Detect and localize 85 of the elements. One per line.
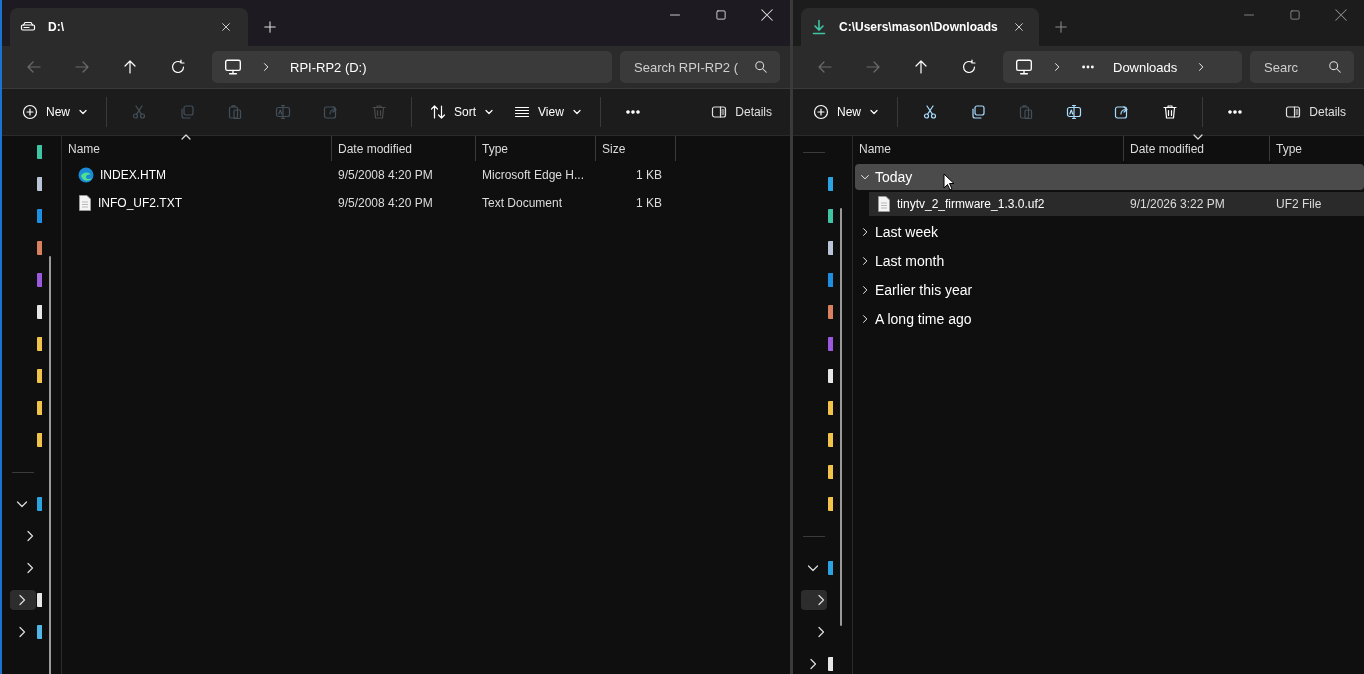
file-name: INDEX.HTM [100,168,166,182]
pinned-folder-icon[interactable] [37,369,42,383]
sort-button[interactable]: Sort [420,94,505,130]
scissors-icon [131,104,147,120]
details-pane-icon [711,104,728,120]
breadcrumb[interactable]: RPI-RP2 (D:) [290,59,367,75]
tab-title: C:\Users\mason\Downloads [839,20,998,34]
close-icon [220,21,232,33]
tree-expander[interactable] [801,590,827,610]
pinned-folder-icon[interactable] [828,465,833,479]
sort-arrows-icon [430,104,446,120]
plus-circle-icon [22,104,38,120]
plus-icon [263,20,277,34]
column-header[interactable]: Date modified [332,136,476,161]
pinned-folder-icon[interactable] [828,369,833,383]
pinned-folder-icon[interactable] [37,401,42,415]
column-header[interactable]: Name [62,136,332,161]
back-arrow-icon [26,59,42,75]
monitor-icon [224,58,242,76]
clipboard-icon [227,104,243,120]
details-button[interactable]: Details [703,94,780,130]
pinned-folder-icon[interactable] [37,209,42,223]
caret-down-icon [571,107,582,117]
file-date: 9/1/2026 3:22 PM [1129,197,1226,211]
file-size: 1 KB [635,168,663,182]
trash-icon [371,104,387,120]
file-row[interactable]: INFO_UF2.TXT 9/5/2008 4:20 PM Text Document 1 KB [70,189,790,217]
file-name: tinytv_2_firmware_1.3.0.uf2 [897,197,1045,211]
file-row[interactable]: INDEX.HTM 9/5/2008 4:20 PM Microsoft Edge H... 1 KB [70,161,790,189]
search-field[interactable]: Search RPI-RP2 ( [620,51,780,83]
forward-arrow-icon [74,59,90,75]
mouse-pointer-icon [943,173,955,191]
column-header[interactable]: Type [476,136,596,161]
pinned-folder-icon[interactable] [828,177,833,191]
file-name: INFO_UF2.TXT [98,196,182,210]
pinned-folder-icon[interactable] [37,305,42,319]
tree-expander[interactable] [10,590,36,610]
search-icon [754,60,768,74]
pinned-folder-icon[interactable] [37,433,42,447]
scrollbar-thumb[interactable] [840,208,842,626]
tree-folder-icon[interactable] [37,625,42,639]
list-lines-icon [514,104,531,120]
close-icon [760,8,774,22]
share-icon [323,104,339,120]
address-bar[interactable]: RPI-RP2 (D:) [212,51,612,83]
file-date: 9/5/2008 4:20 PM [337,196,434,210]
scrollbar-thumb[interactable] [49,256,51,674]
tab-title: D:\ [48,20,65,34]
file-size: 1 KB [635,196,663,210]
sort-up-caret-icon [180,133,192,141]
column-header[interactable]: Size [596,136,676,161]
tree-folder-icon[interactable] [828,657,833,671]
pinned-folder-icon[interactable] [828,305,833,319]
globe-swirl-icon [78,167,94,183]
file-type: UF2 File [1275,197,1322,211]
pinned-folder-icon[interactable] [828,273,833,287]
pinned-folder-icon[interactable] [828,401,833,415]
tree-folder-icon[interactable] [37,593,42,607]
file-date: 9/5/2008 4:20 PM [337,168,434,182]
file-type: Text Document [481,196,564,210]
caret-down-icon [78,107,88,117]
pinned-folder-icon[interactable] [37,177,42,191]
view-button[interactable]: View [504,94,592,130]
breadcrumb[interactable]: Downloads [1113,59,1178,75]
maximize-icon [715,9,727,21]
pinned-folder-icon[interactable] [37,145,42,159]
new-button[interactable]: New [12,94,98,130]
up-arrow-icon [122,59,138,75]
window-tab[interactable]: D:\ [10,8,248,46]
tree-folder-icon[interactable] [37,497,42,511]
tree-folder-icon[interactable] [828,561,833,575]
pinned-folder-icon[interactable] [37,337,42,351]
caret-down-icon [484,107,495,117]
pinned-folder-icon[interactable] [828,337,833,351]
pinned-folder-icon[interactable] [37,241,42,255]
file-type: Microsoft Edge H... [481,168,586,182]
pinned-folder-icon[interactable] [828,241,833,255]
refresh-icon [170,59,186,75]
rename-icon [275,104,291,120]
pinned-folder-icon[interactable] [37,273,42,287]
copy-icon [179,104,195,120]
pinned-folder-icon[interactable] [828,433,833,447]
pinned-folder-icon[interactable] [828,497,833,511]
document-icon [78,195,92,211]
pinned-folder-icon[interactable] [828,209,833,223]
